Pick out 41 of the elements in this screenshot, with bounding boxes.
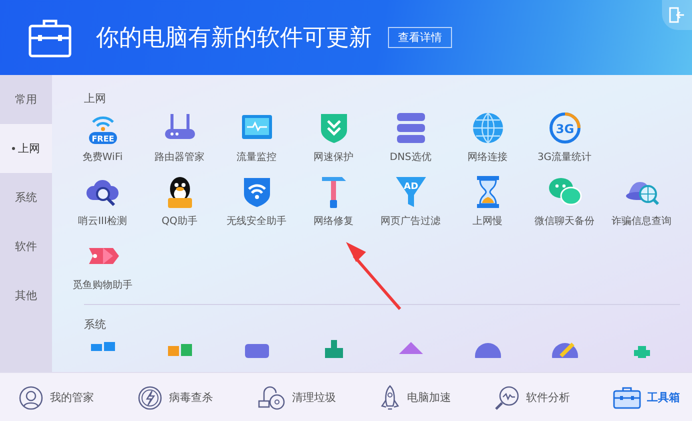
view-details-button[interactable]: 查看详情 xyxy=(388,27,452,48)
exit-icon xyxy=(669,7,685,23)
tool-item[interactable]: 网络连接 xyxy=(449,110,526,164)
nav-tab[interactable]: 清理垃圾 xyxy=(252,380,340,414)
tool-item[interactable]: 网络修复 xyxy=(295,174,372,228)
update-message: 你的电脑有新的软件可更新 xyxy=(96,24,372,53)
sidebar-tab[interactable]: 系统 xyxy=(0,173,52,222)
tool-item[interactable]: 诈骗信息查询 xyxy=(603,174,680,228)
tool-item[interactable]: 网速保护 xyxy=(295,110,372,164)
toolbox-icon xyxy=(28,18,72,58)
3g-ring-icon: 3G xyxy=(546,110,582,146)
tool-item[interactable]: DNS选优 xyxy=(372,110,449,164)
exit-button[interactable] xyxy=(662,0,692,30)
tool-item[interactable]: 微信聊天备份 xyxy=(526,174,603,228)
tool-item[interactable]: 路由器管家 xyxy=(141,110,218,164)
toolbox-icon xyxy=(613,386,641,410)
tool-item[interactable]: 流量监控 xyxy=(218,110,295,164)
nav-tab[interactable]: 我的管家 xyxy=(14,380,98,414)
sidebar-tab[interactable]: 上网 xyxy=(0,124,52,173)
section-title: 系统 xyxy=(84,317,107,332)
magnifier-icon xyxy=(494,384,520,410)
tool-item[interactable]: 上网慢 xyxy=(449,174,526,228)
sidebar-tab[interactable]: 其他 xyxy=(0,271,52,320)
nav-tab[interactable]: 电脑加速 xyxy=(375,380,455,416)
lightning-icon xyxy=(137,384,163,410)
tool-item[interactable]: 无线安全助手 xyxy=(218,174,295,228)
sidebar-tab[interactable]: 常用 xyxy=(0,75,52,124)
tool-item[interactable]: AD 网页广告过滤 xyxy=(372,174,449,228)
vacuum-cleaner-icon xyxy=(256,384,286,410)
rocket-icon xyxy=(379,384,401,412)
tool-item[interactable]: 3G 3G流量统计 xyxy=(526,110,603,164)
person-icon xyxy=(18,384,44,410)
nav-tab[interactable]: 工具箱 xyxy=(609,382,684,414)
tool-item[interactable]: QQ助手 xyxy=(141,174,218,228)
tool-item[interactable]: 哨云III检测 xyxy=(64,174,141,228)
tool-item[interactable]: FREE 免费WiFi xyxy=(64,110,141,164)
tool-item[interactable]: 觅鱼购物助手 xyxy=(64,238,141,292)
section-title: 上网 xyxy=(84,91,107,106)
nav-tab[interactable]: 病毒查杀 xyxy=(133,380,217,414)
nav-tab[interactable]: 软件分析 xyxy=(490,380,574,414)
sidebar-tab[interactable]: 软件 xyxy=(0,222,52,271)
